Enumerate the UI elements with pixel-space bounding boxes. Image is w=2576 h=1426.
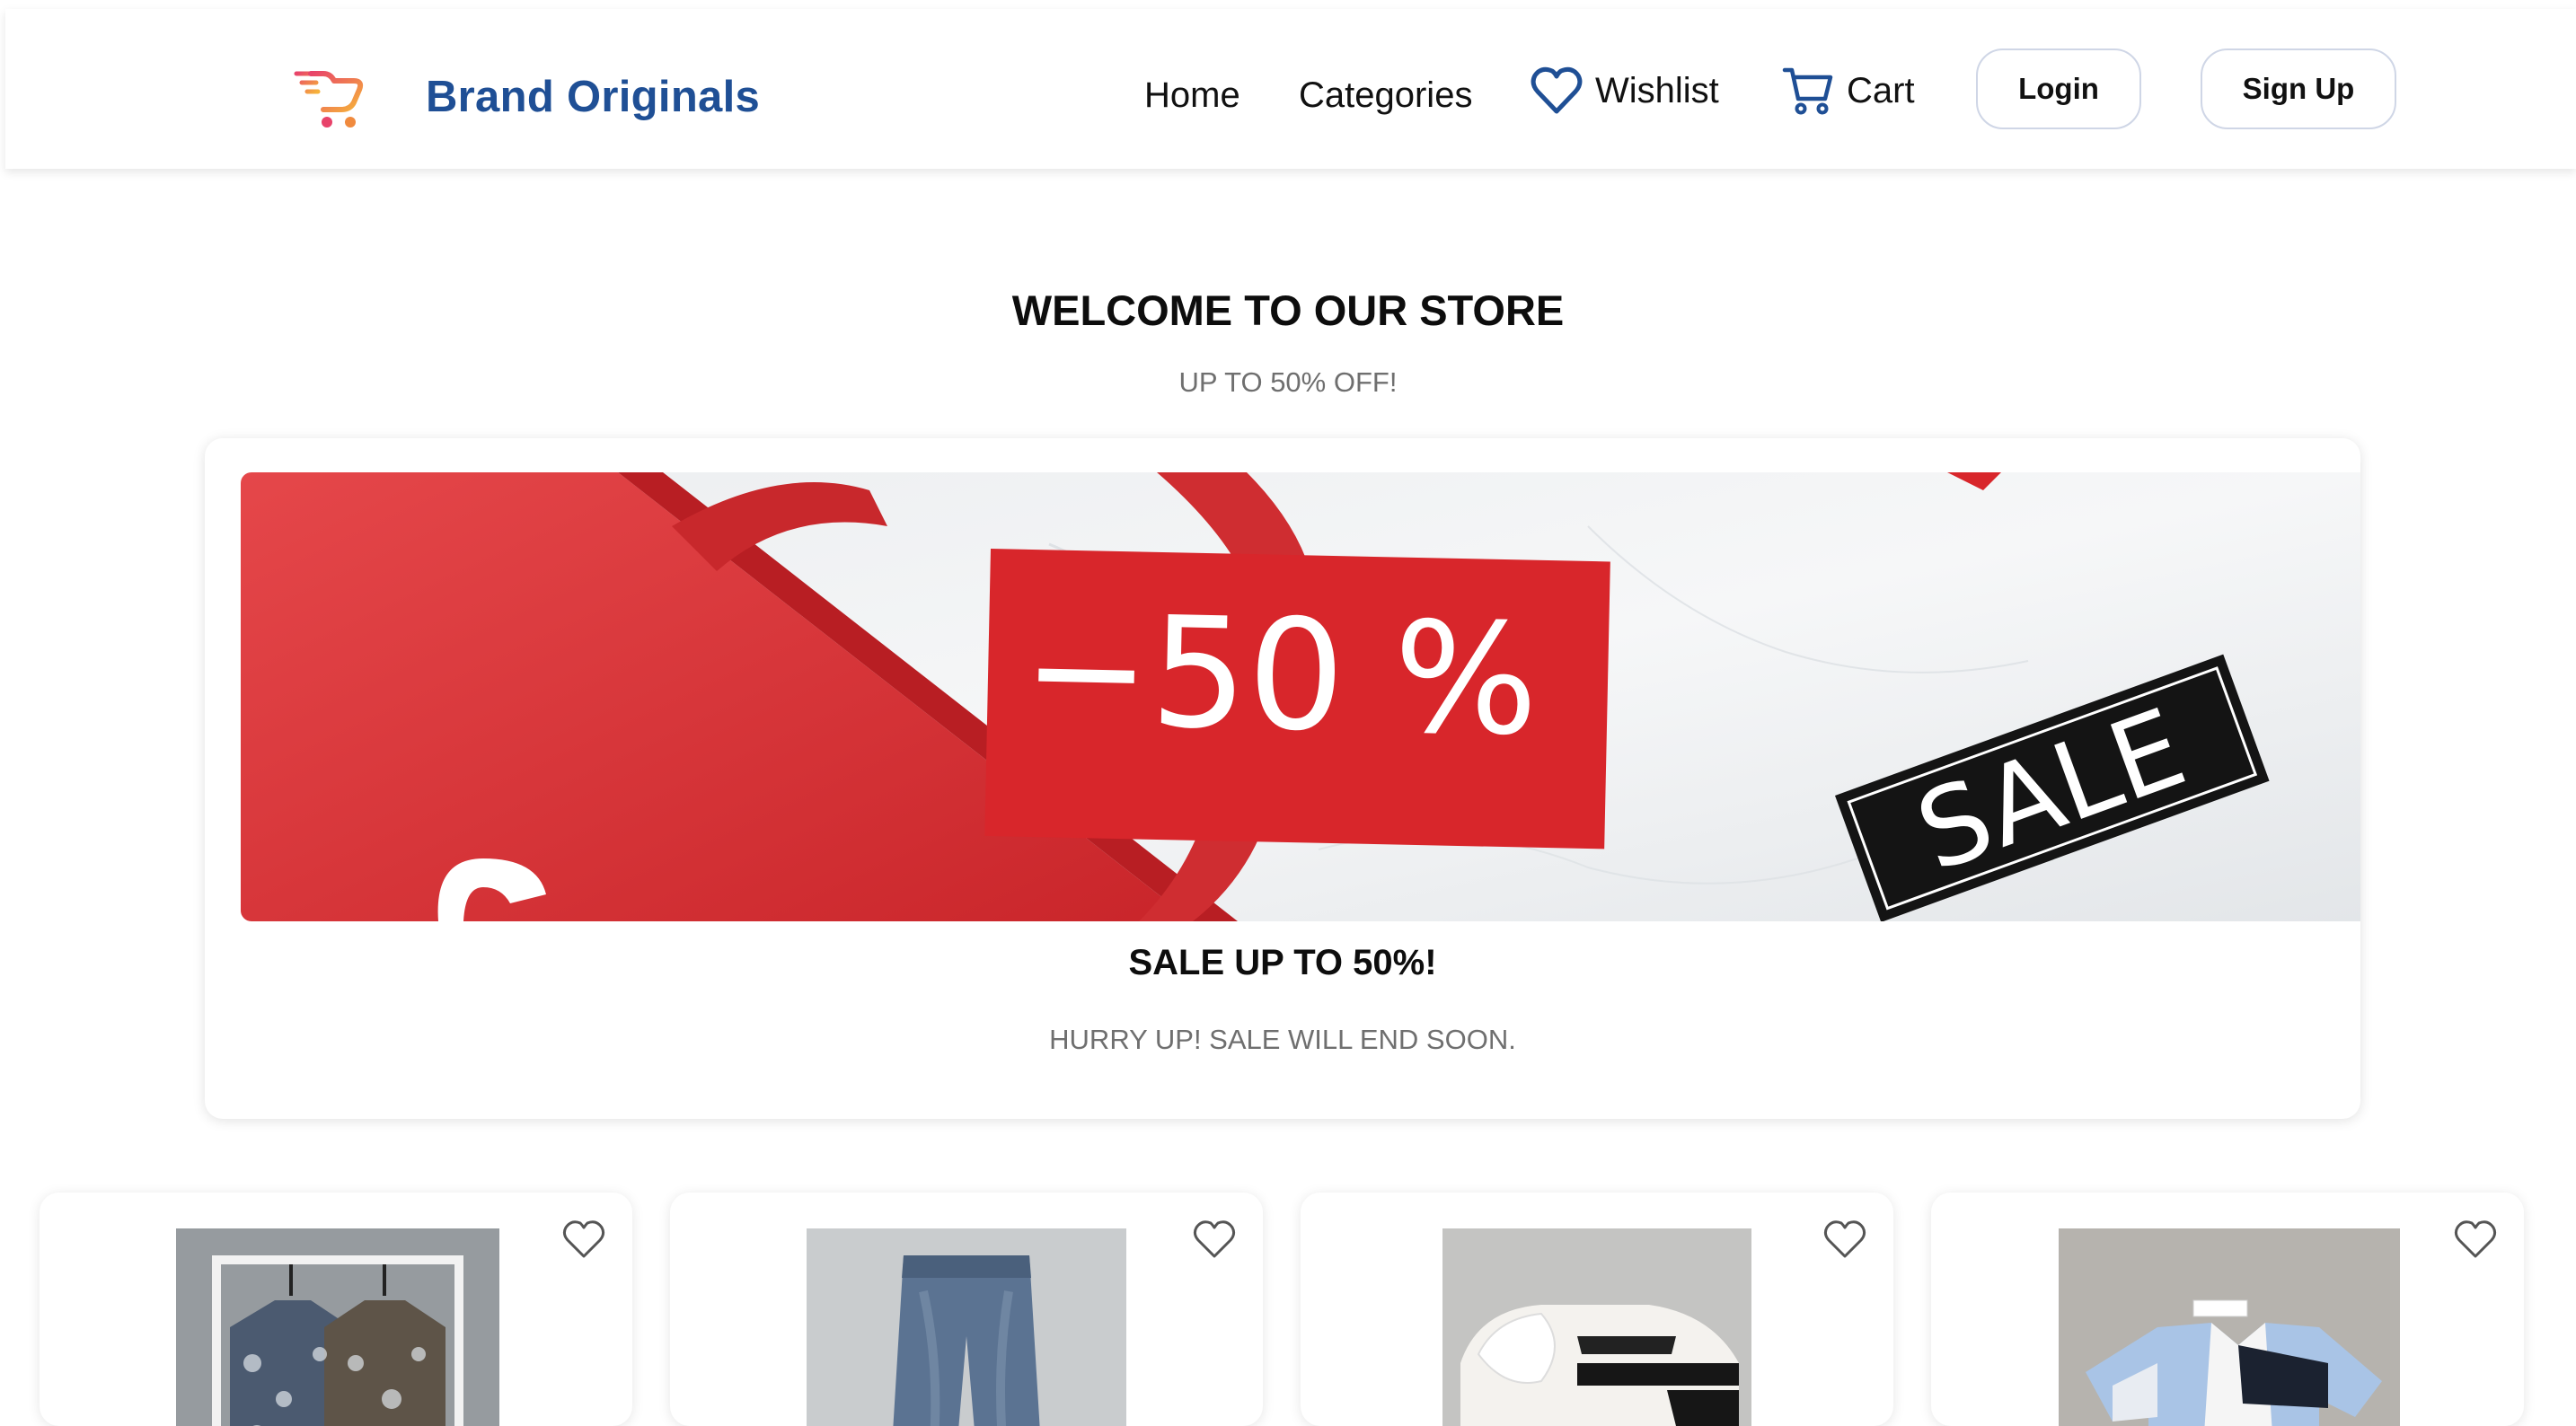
nav-home-label: Home xyxy=(1144,75,1240,115)
product-card[interactable] xyxy=(1301,1193,1893,1426)
product-image-polo[interactable] xyxy=(2059,1228,2400,1426)
heart-icon xyxy=(1531,66,1583,114)
heart-outline-icon[interactable] xyxy=(1823,1219,1866,1259)
nav-cart-link[interactable]: Cart xyxy=(1782,65,1915,117)
heart-outline-icon[interactable] xyxy=(562,1219,605,1259)
top-navbar: Brand Originals Home Categories Wishlist… xyxy=(5,9,2576,169)
welcome-title: WELCOME TO OUR STORE xyxy=(1011,286,1565,334)
product-card[interactable] xyxy=(1931,1193,2524,1426)
heart-outline-icon[interactable] xyxy=(2454,1219,2497,1259)
discount-text: −50 % xyxy=(1020,582,1539,770)
login-button[interactable]: Login xyxy=(1976,48,2141,129)
brand-name[interactable]: Brand Originals xyxy=(426,72,760,122)
product-card[interactable] xyxy=(40,1193,632,1426)
banner-subtitle: HURRY UP! SALE WILL END SOON. xyxy=(1049,1024,1516,1055)
heart-outline-icon[interactable] xyxy=(1193,1219,1236,1259)
cart-icon xyxy=(1782,67,1833,115)
sale-banner-card[interactable]: −50 % SALE SALE UP TO 50%! HURRY UP! SAL… xyxy=(205,438,2360,1119)
product-card[interactable] xyxy=(670,1193,1263,1426)
shopping-cart-logo-icon[interactable] xyxy=(291,63,372,135)
nav-categories-label: Categories xyxy=(1299,75,1473,115)
nav-wishlist-label: Wishlist xyxy=(1595,70,1719,110)
welcome-subtitle: UP TO 50% OFF! xyxy=(1178,366,1398,398)
nav-categories-link[interactable]: Categories xyxy=(1299,75,1472,116)
product-image-shirts[interactable] xyxy=(176,1228,499,1426)
signup-button[interactable]: Sign Up xyxy=(2201,48,2396,129)
product-image-hoodie[interactable] xyxy=(1442,1228,1751,1426)
sale-banner-image: −50 % SALE xyxy=(241,472,2360,921)
product-image-jeans[interactable] xyxy=(807,1228,1126,1426)
nav-wishlist-link[interactable]: Wishlist xyxy=(1531,66,1719,115)
banner-title: SALE UP TO 50%! xyxy=(1128,943,1437,982)
nav-cart-label: Cart xyxy=(1847,70,1915,110)
nav-home-link[interactable]: Home xyxy=(1144,75,1240,116)
